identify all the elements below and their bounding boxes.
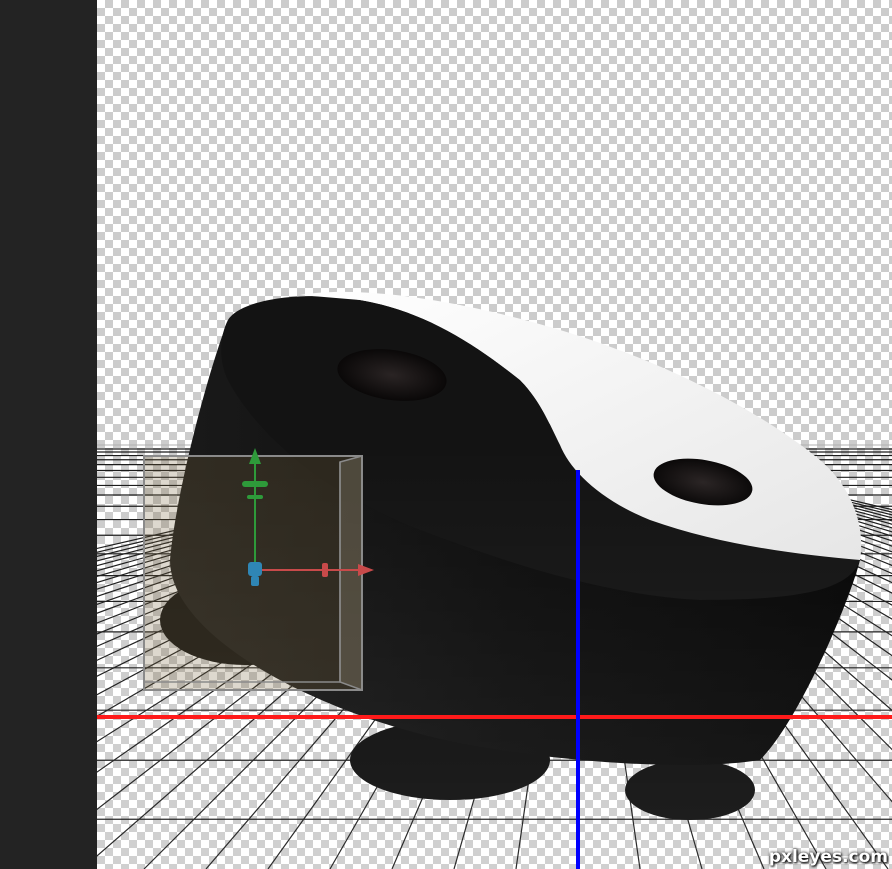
y-rotate-handle[interactable]	[242, 481, 268, 487]
document-canvas[interactable]: pxleyes.com	[97, 0, 892, 869]
watermark-text: pxleyes.com	[768, 847, 888, 867]
left-panel	[0, 0, 97, 869]
move-handle-icon[interactable]	[248, 562, 262, 576]
3d-scene[interactable]	[97, 0, 892, 869]
x-scale-handle[interactable]	[322, 563, 328, 577]
